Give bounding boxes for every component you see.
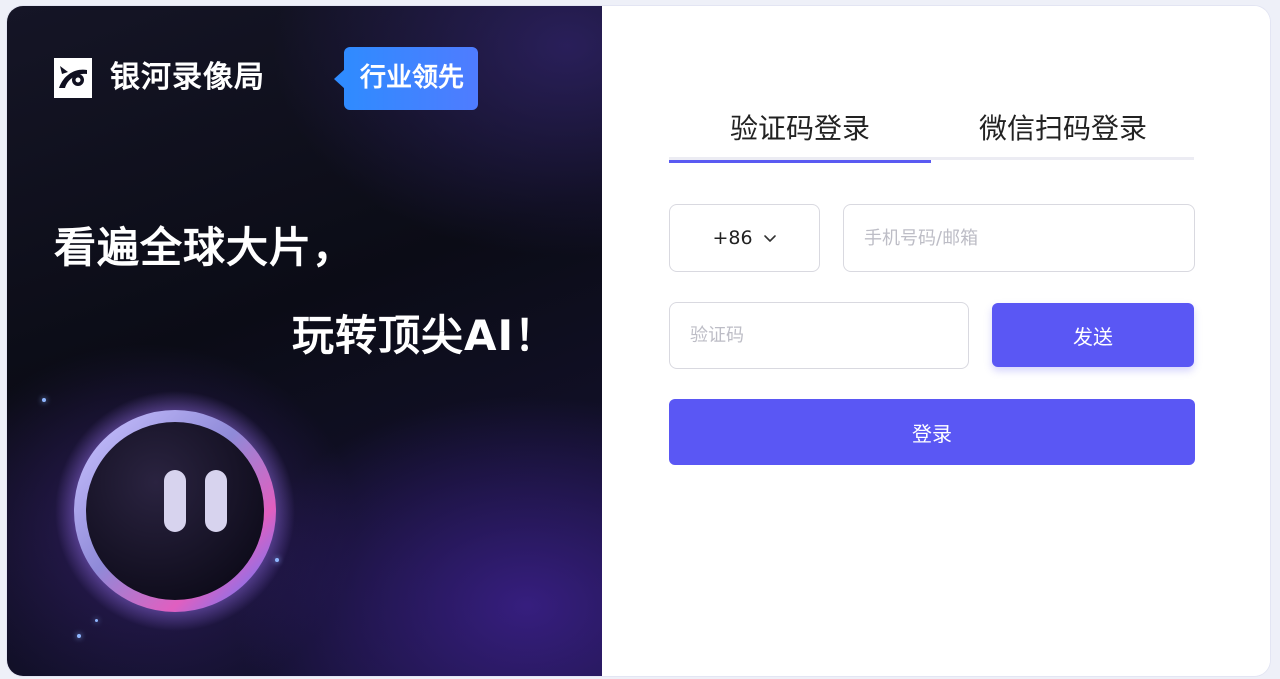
hero-headline-line2: 玩转顶尖AI！ [292,311,558,360]
tab-wechat-qr-login[interactable]: 微信扫码登录 [932,104,1194,160]
brand: 银河录像局 [54,58,265,98]
star-decoration [42,398,46,402]
industry-leading-badge: 行业领先 [333,47,479,110]
brand-name: 银河录像局 [110,60,265,95]
login-button[interactable]: 登录 [669,399,1195,465]
login-card: 银河录像局 行业领先 看遍全球大片， 玩转顶尖AI！ 验证码登录 微信扫码登录 … [7,6,1270,676]
star-decoration [77,634,81,638]
country-code-select[interactable]: +86 [669,204,820,272]
phone-email-input[interactable] [843,204,1195,272]
tab-code-login[interactable]: 验证码登录 [669,104,931,163]
login-tabs: 验证码登录 微信扫码登录 [669,104,1194,163]
brand-logo-icon [54,58,92,98]
star-decoration [95,619,98,622]
mascot-robot-icon [55,391,295,631]
hero-headline-line1: 看遍全球大片， [54,223,356,272]
verification-code-input[interactable] [669,302,969,369]
send-code-button[interactable]: 发送 [992,303,1194,367]
promo-panel: 银河录像局 行业领先 看遍全球大片， 玩转顶尖AI！ [7,6,602,676]
country-code-value: +86 [712,227,753,249]
chevron-down-icon [763,235,776,242]
login-panel: 验证码登录 微信扫码登录 +86 发送 登录 [602,6,1270,676]
star-decoration [275,558,279,562]
